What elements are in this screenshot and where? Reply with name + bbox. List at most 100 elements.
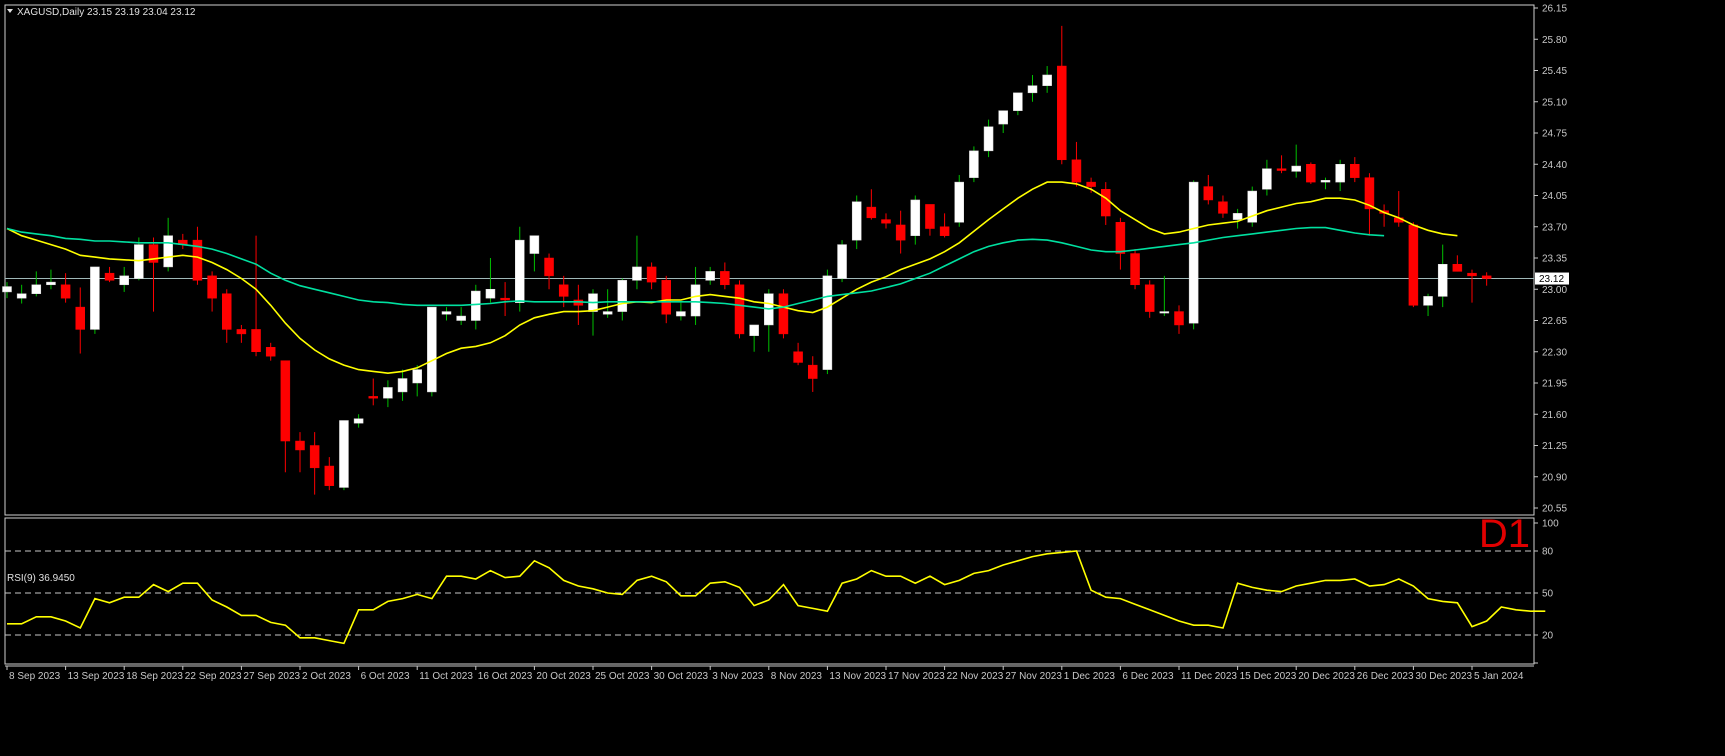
time-tick-label: 16 Oct 2023 (478, 671, 533, 682)
rsi-line (7, 550, 1546, 645)
candle-body (925, 204, 935, 229)
candle-body (1437, 264, 1448, 297)
candle-body (280, 360, 291, 442)
time-tick-label: 20 Dec 2023 (1298, 671, 1355, 682)
candle-body (1218, 201, 1228, 214)
candle-body (632, 266, 642, 281)
candle-body (207, 275, 217, 299)
price-tick-label: 22.30 (1542, 347, 1567, 358)
candle-body (851, 201, 862, 241)
candle-body (1481, 275, 1492, 279)
candle-wicks (6, 25, 1488, 495)
chart-window[interactable]: 26.15 25.80 25.45 25.10 24.75 24.40 24.05 23.70… (0, 0, 1725, 756)
candle-body (998, 110, 1008, 125)
candle-body (1335, 164, 1345, 183)
candle-body (1174, 311, 1184, 326)
moving-average-fast-line (6, 181, 1458, 375)
candle-body (705, 271, 715, 281)
price-tick-label: 25.45 (1542, 66, 1567, 77)
time-tick-label: 6 Dec 2023 (1122, 671, 1174, 682)
rsi-panel-frame (4, 517, 1535, 665)
price-tick-label: 24.05 (1542, 191, 1567, 202)
candle-body (412, 369, 422, 384)
candle-body (1042, 74, 1052, 86)
candle-body (1071, 159, 1082, 183)
rsi-tick-label: 100 (1542, 519, 1559, 530)
triangle-down-icon[interactable] (7, 9, 13, 13)
candle-body (793, 351, 803, 363)
candle-body (690, 284, 701, 317)
price-tick-label: 25.80 (1542, 35, 1567, 46)
candle-body (808, 364, 818, 379)
candle-body (1203, 186, 1214, 201)
candle-body (383, 387, 393, 399)
time-tick-label: 8 Sep 2023 (9, 671, 61, 682)
candle-body (251, 329, 261, 352)
candle-body (265, 347, 276, 357)
candle-body (676, 311, 686, 317)
time-tick-label: 11 Dec 2023 (1181, 671, 1237, 682)
chart-canvas[interactable]: 26.15 25.80 25.45 25.10 24.75 24.40 24.05 23.70… (0, 0, 1725, 756)
candle-body (837, 244, 847, 279)
rsi-tick-label: 80 (1542, 547, 1554, 558)
candle-body (544, 257, 554, 277)
candle-body (734, 284, 745, 335)
price-tick-label: 21.25 (1542, 441, 1567, 452)
candle-body (749, 324, 759, 336)
price-tick-label: 21.95 (1542, 379, 1567, 390)
candle-bodies (2, 65, 1492, 488)
candle-body (471, 290, 481, 321)
candle-body (1467, 272, 1477, 277)
timeframe-label: D1 (1479, 512, 1530, 556)
time-tick-label: 20 Oct 2023 (536, 671, 591, 682)
rsi-header: RSI(9) 36.9450 (7, 573, 75, 584)
candle-body (309, 445, 320, 469)
candle-body (720, 271, 730, 286)
candle-body (1101, 189, 1111, 217)
candle-body (500, 297, 510, 301)
candle-body (222, 293, 232, 330)
candle-body (558, 284, 569, 297)
time-tick-label: 22 Nov 2023 (947, 671, 1004, 682)
time-tick-label: 13 Nov 2023 (829, 671, 886, 682)
price-tick-label: 26.15 (1542, 4, 1567, 15)
time-tick-label: 17 Nov 2023 (888, 671, 945, 682)
rsi-tick-label: 20 (1542, 631, 1554, 642)
candle-body (1086, 181, 1096, 187)
time-tick-label: 13 Sep 2023 (68, 671, 125, 682)
candle-body (969, 150, 979, 178)
candle-body (778, 293, 789, 335)
time-tick-label: 2 Oct 2023 (302, 671, 351, 682)
candle-body (602, 311, 613, 315)
time-tick-label: 25 Oct 2023 (595, 671, 650, 682)
candle-body (661, 280, 671, 315)
price-tick-label: 23.70 (1542, 222, 1567, 233)
current-price-label: 23.12 (1539, 274, 1564, 285)
candle-body (353, 418, 364, 424)
price-tick-label: 22.65 (1542, 316, 1567, 327)
time-tick-label: 11 Oct 2023 (419, 671, 473, 682)
candle-body (515, 239, 525, 303)
candle-body (1057, 65, 1067, 161)
time-tick-label: 27 Sep 2023 (243, 671, 300, 682)
candle-body (119, 275, 129, 286)
candle-body (134, 244, 144, 279)
candle-body (1408, 224, 1419, 306)
candle-body (441, 311, 452, 315)
candle-body (60, 284, 71, 299)
candle-body (104, 272, 115, 281)
candle-body (324, 465, 335, 486)
candle-body (1232, 213, 1243, 220)
time-tick-label: 27 Nov 2023 (1005, 671, 1062, 682)
candle-body (822, 275, 833, 370)
candle-body (90, 266, 100, 330)
candle-body (1320, 180, 1331, 183)
time-tick-label: 8 Nov 2023 (771, 671, 823, 682)
time-tick-label: 18 Sep 2023 (126, 671, 183, 682)
candle-body (236, 329, 247, 335)
time-tick-label: 26 Dec 2023 (1357, 671, 1414, 682)
price-tick-label: 24.40 (1542, 160, 1567, 171)
price-tick-label: 25.10 (1542, 97, 1567, 108)
candle-body (427, 306, 437, 393)
candle-body (866, 206, 877, 219)
